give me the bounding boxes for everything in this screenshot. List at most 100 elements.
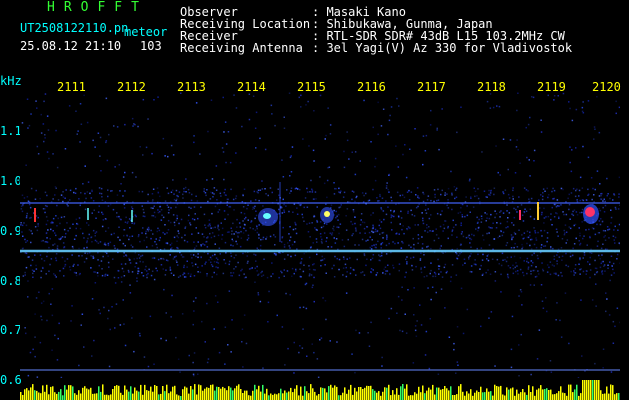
noise-dot — [147, 230, 150, 232]
noise-dot — [477, 197, 480, 200]
noise-dot — [485, 220, 487, 222]
noise-dot — [434, 275, 437, 278]
signal-bar — [464, 395, 466, 400]
noise-dot — [74, 192, 77, 194]
noise-dot — [421, 212, 423, 214]
noise-dot — [257, 192, 259, 194]
signal-bar — [470, 389, 472, 400]
noise-dot — [136, 262, 138, 265]
noise-dot — [58, 322, 60, 325]
noise-dot — [365, 192, 367, 195]
signal-bar — [570, 384, 572, 400]
noise-dot — [569, 252, 572, 254]
noise-dot — [483, 239, 485, 241]
signal-bar — [614, 394, 616, 400]
noise-dot — [265, 238, 267, 240]
noise-dot — [169, 244, 172, 246]
noise-dot — [44, 137, 46, 139]
noise-dot — [37, 225, 39, 227]
signal-bar — [230, 387, 232, 400]
noise-dot — [270, 275, 272, 278]
signal-bar — [390, 395, 392, 400]
noise-dot — [534, 232, 537, 234]
noise-dot — [349, 257, 351, 259]
noise-dot — [34, 313, 36, 315]
noise-dot — [152, 207, 154, 209]
noise-dot — [526, 260, 528, 263]
noise-dot — [495, 145, 497, 147]
noise-dot — [477, 253, 479, 256]
noise-dot — [166, 204, 169, 206]
noise-dot — [423, 193, 425, 195]
noise-dot — [86, 252, 89, 255]
noise-dot — [507, 265, 510, 267]
noise-dot — [512, 267, 515, 270]
noise-dot — [345, 275, 348, 278]
noise-dot — [429, 230, 431, 232]
noise-dot — [438, 268, 440, 270]
noise-dot — [226, 204, 228, 206]
noise-dot — [72, 265, 74, 267]
noise-dot — [532, 96, 535, 99]
noise-dot — [444, 192, 446, 194]
noise-dot — [583, 254, 586, 256]
noise-dot — [27, 256, 29, 258]
noise-dot — [515, 270, 517, 273]
noise-dot — [92, 139, 94, 142]
noise-dot — [311, 286, 314, 289]
noise-dot — [447, 207, 450, 209]
noise-dot — [529, 200, 531, 203]
signal-bar — [238, 384, 240, 400]
noise-dot — [113, 232, 115, 235]
noise-dot — [20, 208, 23, 210]
noise-dot — [38, 291, 40, 293]
noise-dot — [145, 274, 148, 276]
signal-bar — [544, 389, 546, 400]
noise-dot — [596, 223, 598, 226]
noise-dot — [57, 217, 59, 220]
noise-dot — [587, 100, 590, 102]
noise-dot — [526, 156, 528, 159]
noise-dot — [525, 210, 528, 212]
y-tick-label: 1.1 — [0, 124, 22, 138]
noise-dot — [157, 227, 159, 230]
noise-dot — [39, 197, 41, 200]
noise-dot — [420, 267, 422, 269]
noise-dot — [595, 283, 597, 285]
noise-dot — [167, 219, 170, 222]
noise-dot — [338, 206, 340, 209]
noise-dot — [582, 199, 585, 202]
noise-dot — [399, 194, 401, 197]
noise-dot — [210, 264, 213, 266]
noise-dot — [411, 265, 413, 267]
noise-dot — [165, 312, 167, 314]
noise-dot — [617, 229, 619, 231]
noise-dot — [29, 351, 32, 354]
noise-dot — [378, 200, 380, 202]
signal-bar — [556, 393, 558, 400]
noise-dot — [80, 192, 82, 194]
noise-dot — [36, 107, 38, 109]
noise-dot — [535, 237, 537, 239]
noise-dot — [189, 224, 192, 226]
noise-dot — [502, 191, 504, 193]
noise-dot — [303, 220, 305, 222]
noise-dot — [209, 198, 212, 200]
signal-bar — [38, 392, 40, 400]
noise-dot — [453, 348, 455, 351]
noise-dot — [179, 275, 182, 277]
noise-dot — [553, 203, 556, 206]
noise-dot — [223, 191, 226, 194]
noise-dot — [102, 219, 105, 221]
noise-dot — [259, 189, 262, 191]
noise-dot — [466, 308, 469, 311]
signal-bar — [610, 384, 612, 400]
noise-dot — [496, 222, 498, 224]
noise-dot — [501, 252, 504, 255]
noise-dot — [439, 213, 442, 216]
noise-dot — [83, 261, 86, 263]
noise-dot — [288, 92, 291, 94]
noise-dot — [117, 269, 119, 272]
noise-dot — [581, 110, 584, 113]
noise-dot — [607, 267, 609, 269]
